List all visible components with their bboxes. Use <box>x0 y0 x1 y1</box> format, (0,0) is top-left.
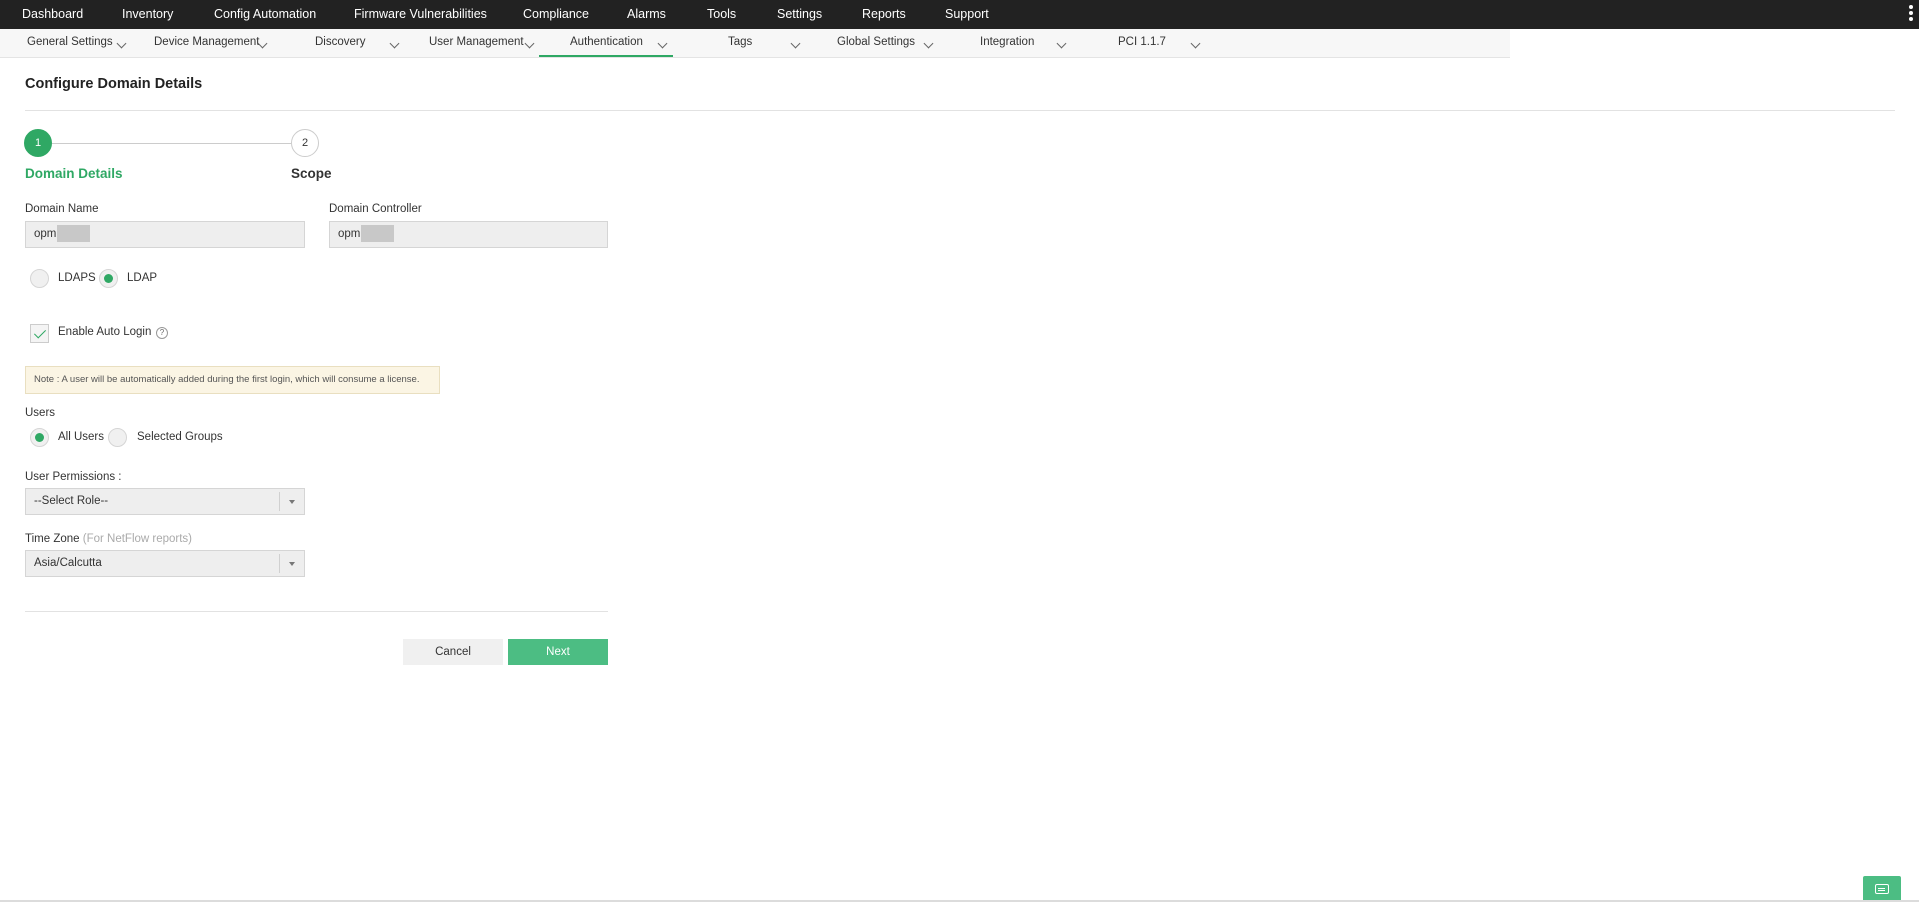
top-nav: Dashboard Inventory Config Automation Fi… <box>0 0 1919 29</box>
nav-tools[interactable]: Tools <box>707 0 736 29</box>
ldaps-radio[interactable] <box>30 269 49 288</box>
license-note: Note : A user will be automatically adde… <box>25 366 440 394</box>
nav-settings[interactable]: Settings <box>777 0 822 29</box>
step-connector <box>52 143 291 144</box>
redacted-mask <box>57 225 91 243</box>
chevron-down-icon[interactable] <box>923 38 934 49</box>
chevron-down-icon[interactable] <box>389 38 400 49</box>
user-permissions-label: User Permissions : <box>25 471 122 483</box>
time-zone-hint: (For NetFlow reports) <box>82 533 193 545</box>
chevron-down-icon[interactable] <box>116 38 127 49</box>
domain-controller-label: Domain Controller <box>329 203 422 215</box>
tab-authentication[interactable]: Authentication <box>570 29 643 57</box>
ldap-label: LDAP <box>127 272 158 284</box>
step-1-label: Domain Details <box>25 166 123 181</box>
chat-button[interactable] <box>1863 876 1901 902</box>
next-button[interactable]: Next <box>508 639 608 665</box>
nav-alarms[interactable]: Alarms <box>627 0 666 29</box>
step-2-indicator: 2 <box>291 129 319 157</box>
active-tab-indicator <box>539 55 673 57</box>
tab-tags[interactable]: Tags <box>728 29 752 57</box>
chevron-down-icon[interactable] <box>1190 38 1201 49</box>
sub-nav: General Settings Device Management Disco… <box>0 29 1510 58</box>
chevron-down-icon[interactable] <box>1056 38 1067 49</box>
tab-device-management[interactable]: Device Management <box>154 29 259 57</box>
user-permissions-select[interactable]: --Select Role-- <box>25 488 305 515</box>
help-icon[interactable]: ? <box>156 327 168 339</box>
time-zone-label-text: Time Zone <box>25 533 80 545</box>
domain-name-label: Domain Name <box>25 203 99 215</box>
divider <box>25 110 1895 111</box>
nav-config-automation[interactable]: Config Automation <box>214 0 316 29</box>
time-zone-label: Time Zone (For NetFlow reports) <box>25 533 192 545</box>
tab-discovery[interactable]: Discovery <box>315 29 365 57</box>
ldaps-label: LDAPS <box>58 272 96 284</box>
chevron-down-icon[interactable] <box>657 38 668 49</box>
dropdown-caret-icon <box>289 562 295 566</box>
all-users-radio[interactable] <box>30 428 49 447</box>
domain-name-value: opm <box>34 228 57 240</box>
tab-user-management[interactable]: User Management <box>429 29 524 57</box>
all-users-label: All Users <box>58 431 105 443</box>
nav-compliance[interactable]: Compliance <box>523 0 589 29</box>
step-1-indicator: 1 <box>24 129 52 157</box>
chat-icon <box>1875 884 1889 894</box>
user-permissions-value: --Select Role-- <box>34 495 109 507</box>
kebab-menu-icon[interactable] <box>1909 5 1913 23</box>
nav-dashboard[interactable]: Dashboard <box>22 0 83 29</box>
tab-global-settings[interactable]: Global Settings <box>837 29 915 57</box>
dropdown-caret-icon <box>289 500 295 504</box>
nav-inventory[interactable]: Inventory <box>122 0 173 29</box>
selected-groups-radio[interactable] <box>108 428 127 447</box>
page-title: Configure Domain Details <box>25 76 203 92</box>
nav-reports[interactable]: Reports <box>862 0 906 29</box>
select-separator <box>279 554 280 573</box>
enable-auto-login-checkbox[interactable] <box>30 324 49 343</box>
nav-firmware-vulnerabilities[interactable]: Firmware Vulnerabilities <box>354 0 487 29</box>
divider <box>25 611 608 612</box>
domain-name-input[interactable]: opm <box>25 221 305 248</box>
domain-controller-input[interactable]: opm <box>329 221 608 248</box>
nav-support[interactable]: Support <box>945 0 989 29</box>
time-zone-select[interactable]: Asia/Calcutta <box>25 550 305 577</box>
ldap-radio[interactable] <box>99 269 118 288</box>
chevron-down-icon[interactable] <box>524 38 535 49</box>
time-zone-value: Asia/Calcutta <box>34 557 102 569</box>
tab-general-settings[interactable]: General Settings <box>27 29 113 57</box>
domain-controller-value: opm <box>338 228 361 240</box>
users-label: Users <box>25 407 56 419</box>
selected-groups-label: Selected Groups <box>137 431 223 443</box>
chevron-down-icon[interactable] <box>790 38 801 49</box>
redacted-mask <box>361 225 395 243</box>
enable-auto-login-label: Enable Auto Login <box>58 326 152 338</box>
select-separator <box>279 492 280 511</box>
step-2-label: Scope <box>291 166 332 181</box>
tab-integration[interactable]: Integration <box>980 29 1034 57</box>
tab-pci[interactable]: PCI 1.1.7 <box>1118 29 1166 57</box>
cancel-button[interactable]: Cancel <box>403 639 503 665</box>
